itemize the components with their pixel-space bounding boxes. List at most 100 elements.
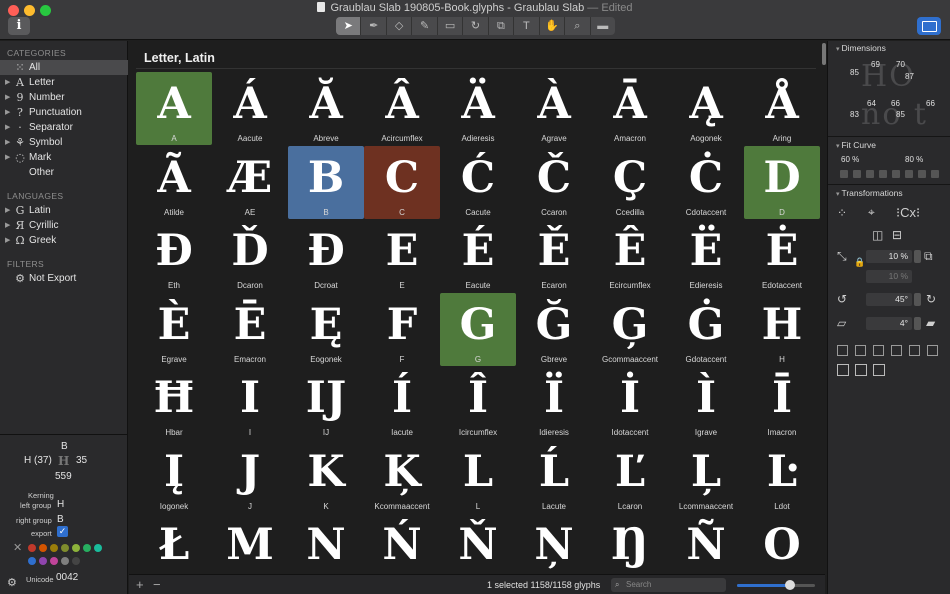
glyph-cell[interactable]: Ň bbox=[440, 513, 516, 574]
fit-curve-preset-button[interactable] bbox=[905, 170, 913, 178]
right-sidebearing[interactable]: 35 bbox=[76, 455, 87, 466]
color-swatch[interactable] bbox=[39, 557, 47, 565]
fit-curve-preset-button[interactable] bbox=[879, 170, 887, 178]
category-symbol[interactable]: ▶⚘Symbol bbox=[0, 135, 128, 150]
language-latin[interactable]: ▶GLatin bbox=[0, 203, 128, 218]
toggle-inspector-button[interactable] bbox=[917, 17, 941, 35]
language-cyrillic[interactable]: ▶ЯCyrillic bbox=[0, 218, 128, 233]
origin-grid-icon[interactable]: ⁘ bbox=[837, 206, 847, 220]
glyph-width[interactable]: 559 bbox=[55, 471, 72, 482]
left-group-value[interactable]: H bbox=[57, 499, 64, 510]
glyph-cell[interactable]: DD bbox=[744, 146, 820, 219]
glyph-cell[interactable]: ĎDcaron bbox=[212, 219, 288, 292]
glyph-cell[interactable]: ĂAbreve bbox=[288, 72, 364, 145]
scale-vertical-field[interactable]: 10 % bbox=[866, 270, 912, 283]
glyph-cell[interactable]: II bbox=[212, 366, 288, 439]
glyph-cell[interactable]: ĐDcroat bbox=[288, 219, 364, 292]
glyph-cell[interactable]: FF bbox=[364, 293, 440, 366]
glyph-cell[interactable]: ÎIcircumflex bbox=[440, 366, 516, 439]
glyph-cell[interactable]: KK bbox=[288, 440, 364, 513]
glyph-cell[interactable]: ÁAacute bbox=[212, 72, 288, 145]
glyph-cell[interactable]: ĲIJ bbox=[288, 366, 364, 439]
color-swatch[interactable] bbox=[72, 544, 80, 552]
disclosure-arrow-icon[interactable]: ▶ bbox=[5, 218, 10, 233]
glyph-cell[interactable]: ÀAgrave bbox=[516, 72, 592, 145]
rotate-field[interactable]: 45° bbox=[866, 293, 912, 306]
fit-curve-preset-button[interactable] bbox=[840, 170, 848, 178]
glyph-cell[interactable]: ÏIdieresis bbox=[516, 366, 592, 439]
select-tool[interactable]: ➤ bbox=[336, 17, 361, 35]
slant-field[interactable]: 4° bbox=[866, 317, 912, 330]
category-number[interactable]: ▶9Number bbox=[0, 90, 128, 105]
scale-up-icon[interactable]: ⧉ bbox=[924, 249, 933, 264]
glyph-cell[interactable]: ĆCacute bbox=[440, 146, 516, 219]
remove-glyph-button[interactable]: − bbox=[153, 577, 161, 592]
glyph-cell[interactable]: ĪImacron bbox=[744, 366, 820, 439]
dimension-value[interactable]: 70 bbox=[896, 60, 905, 69]
glyph-cell[interactable]: ÅAring bbox=[744, 72, 820, 145]
category-all[interactable]: ⁙All bbox=[0, 60, 128, 75]
category-punctuation[interactable]: ▶?Punctuation bbox=[0, 105, 128, 120]
glyph-cell[interactable]: Ņ bbox=[516, 513, 592, 574]
dimension-value[interactable]: 64 bbox=[867, 99, 876, 108]
disclosure-arrow-icon[interactable]: ▶ bbox=[5, 203, 10, 218]
glyph-cell[interactable]: ĽLcaron bbox=[592, 440, 668, 513]
dimension-value[interactable]: 69 bbox=[871, 60, 880, 69]
category-letter[interactable]: ▶ALetter bbox=[0, 75, 128, 90]
category-other[interactable]: Other bbox=[0, 165, 128, 180]
zoom-slider-knob[interactable] bbox=[785, 580, 795, 590]
glyph-cell[interactable]: ÌIgrave bbox=[668, 366, 744, 439]
rotate-tool[interactable]: ↻ bbox=[463, 17, 488, 35]
dimension-value[interactable]: 66 bbox=[926, 99, 935, 108]
glyph-cell[interactable]: ĄAogonek bbox=[668, 72, 744, 145]
crosshair-icon[interactable]: ⌖ bbox=[868, 205, 875, 220]
disclosure-arrow-icon[interactable]: ▶ bbox=[5, 150, 10, 165]
left-sidebearing[interactable]: H (37) bbox=[24, 455, 52, 466]
fit-curve-right-value[interactable]: 80 % bbox=[905, 155, 923, 164]
fit-curve-preset-button[interactable] bbox=[918, 170, 926, 178]
glyph-cell[interactable]: ĿLdot bbox=[744, 440, 820, 513]
gear-icon[interactable]: ⚙ bbox=[7, 576, 17, 589]
lock-icon[interactable]: 🔒 bbox=[854, 257, 865, 268]
fit-curve-preset-button[interactable] bbox=[853, 170, 861, 178]
fit-curve-left-value[interactable]: 60 % bbox=[841, 155, 859, 164]
align-bottom-icon[interactable] bbox=[927, 345, 938, 356]
color-swatch[interactable] bbox=[83, 544, 91, 552]
glyph-cell[interactable]: AA bbox=[136, 72, 212, 145]
dimension-value[interactable]: 87 bbox=[905, 72, 914, 81]
search-field[interactable]: ⌕Search bbox=[611, 578, 726, 592]
glyph-cell[interactable]: Ŋ bbox=[592, 513, 668, 574]
disclosure-arrow-icon[interactable]: ▶ bbox=[5, 75, 10, 90]
slant-right-icon[interactable]: ▰ bbox=[926, 316, 935, 330]
flip-horizontal-icon[interactable]: ◫ bbox=[872, 228, 883, 242]
glyph-cell[interactable]: ÍIacute bbox=[364, 366, 440, 439]
glyph-cell[interactable]: ÃAtilde bbox=[136, 146, 212, 219]
color-swatch[interactable] bbox=[61, 544, 69, 552]
glyph-cell[interactable]: Ń bbox=[364, 513, 440, 574]
glyph-cell[interactable]: ĘEogonek bbox=[288, 293, 364, 366]
scale-tool[interactable]: ⧉ bbox=[489, 17, 514, 35]
glyph-name[interactable]: B bbox=[61, 441, 68, 452]
glyph-cell[interactable]: ĀAmacron bbox=[592, 72, 668, 145]
glyph-cell[interactable]: ĻLcommaaccent bbox=[668, 440, 744, 513]
glyph-cell[interactable]: ÊEcircumflex bbox=[592, 219, 668, 292]
disclosure-arrow-icon[interactable]: ▶ bbox=[5, 135, 10, 150]
glyph-cell[interactable]: ÄAdieresis bbox=[440, 72, 516, 145]
rectangle-tool[interactable]: ▭ bbox=[438, 17, 463, 35]
color-swatch[interactable] bbox=[28, 544, 36, 552]
color-swatch[interactable] bbox=[28, 557, 36, 565]
origin-selector-icon[interactable]: ⁝Cx⁝ bbox=[896, 205, 920, 221]
export-checkbox[interactable]: ✓ bbox=[57, 526, 68, 537]
disclosure-arrow-icon[interactable]: ▶ bbox=[5, 105, 10, 120]
language-greek[interactable]: ▶ΩGreek bbox=[0, 233, 128, 248]
rotate-cw-icon[interactable]: ↻ bbox=[926, 292, 936, 306]
disclosure-arrow-icon[interactable]: ▶ bbox=[5, 233, 10, 248]
union-icon[interactable] bbox=[837, 364, 849, 376]
disclosure-arrow-icon[interactable]: ▶ bbox=[5, 90, 10, 105]
align-left-icon[interactable] bbox=[837, 345, 848, 356]
transformations-heading[interactable]: Transformations bbox=[836, 188, 903, 198]
align-top-icon[interactable] bbox=[891, 345, 902, 356]
glyph-cell[interactable]: ÂAcircumflex bbox=[364, 72, 440, 145]
align-center-icon[interactable] bbox=[855, 345, 866, 356]
glyph-cell[interactable]: CC bbox=[364, 146, 440, 219]
